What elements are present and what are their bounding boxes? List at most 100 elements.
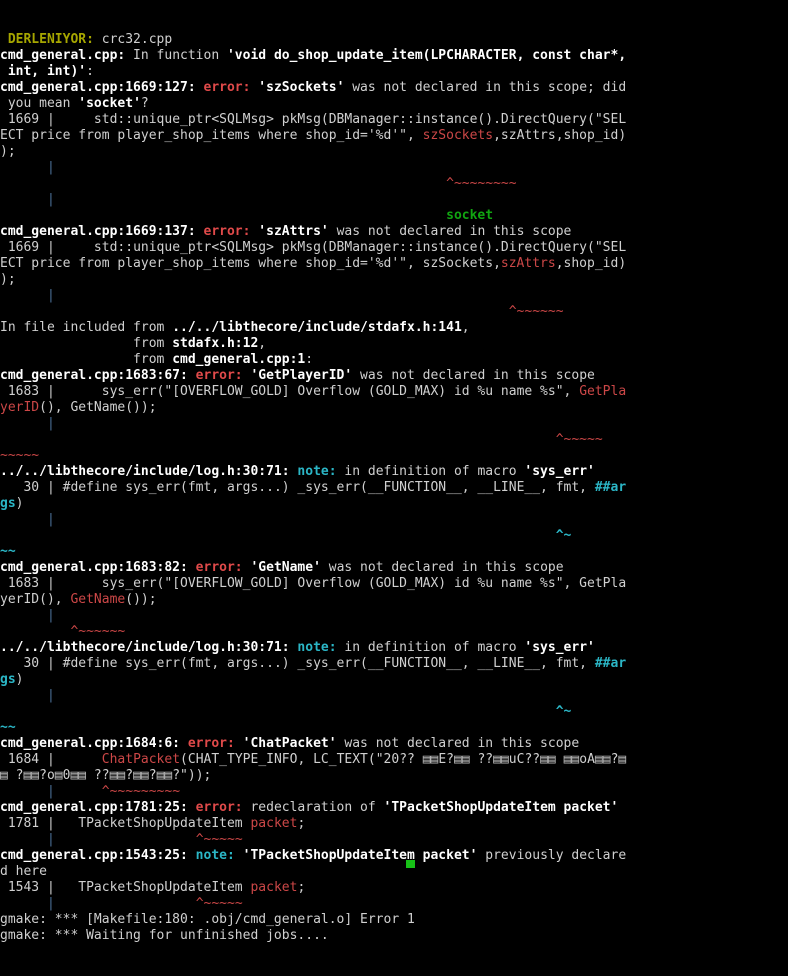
terminal-segment — [556, 752, 564, 767]
terminal-segment — [188, 368, 196, 383]
terminal-segment: | — [0, 416, 55, 431]
terminal-segment: ▤▤ — [23, 768, 40, 783]
terminal-segment: | — [0, 832, 55, 847]
terminal-segment: (CHAT_TYPE_INFO, LC_TEXT("20?? — [180, 752, 423, 767]
terminal-segment: ##ar — [594, 480, 627, 495]
terminal-line: 1669 | std::unique_ptr<SQLMsg> pkMsg(DBM… — [0, 240, 788, 256]
terminal-line: cmd_general.cpp:1543:25: note: 'TPacketS… — [0, 848, 788, 864]
terminal-line: 1684 | ChatPacket(CHAT_TYPE_INFO, LC_TEX… — [0, 752, 788, 768]
terminal-segment: cmd_general.cpp:1669:137: — [0, 224, 196, 239]
terminal-segment — [196, 224, 204, 239]
terminal-output[interactable]: DERLENIYOR: crc32.cpp cmd_general.cpp: In… — [0, 0, 788, 943]
terminal-segment: | — [0, 288, 55, 303]
terminal-segment: | — [0, 160, 55, 175]
terminal-line: | — [0, 416, 788, 432]
terminal-line: ^~~~~~ — [0, 432, 788, 448]
terminal-segment: cmd_general.cpp:1669:127: — [0, 80, 196, 95]
terminal-segment: , — [461, 320, 470, 335]
terminal-segment: : — [86, 64, 94, 79]
terminal-line: ^~ — [0, 528, 788, 544]
terminal-segment — [0, 304, 509, 319]
terminal-segment: was not declared in this scope — [352, 368, 595, 383]
terminal-line: 1683 | sys_err("[OVERFLOW_GOLD] Overflow… — [0, 384, 788, 400]
terminal-line: yerID(), GetName()); — [0, 592, 788, 608]
terminal-segment — [188, 560, 196, 575]
terminal-segment — [0, 32, 8, 47]
terminal-segment: ~~ — [0, 544, 16, 559]
terminal-segment: ChatPacket — [101, 752, 181, 767]
terminal-segment: ^~~~~~ — [555, 432, 603, 447]
terminal-line: ../../libthecore/include/log.h:30:71: no… — [0, 640, 788, 656]
terminal-line: ~~ — [0, 544, 788, 560]
terminal-segment: ▤ — [54, 768, 63, 783]
terminal-segment: TPacketShopUpdateItem — [54, 816, 251, 831]
terminal-line: In file included from ../../libthecore/i… — [0, 320, 788, 336]
terminal-line: gs) — [0, 672, 788, 688]
terminal-segment: 'ChatPacket' — [242, 736, 337, 751]
terminal-line: cmd_general.cpp:1669:137: error: 'szAttr… — [0, 224, 788, 240]
terminal-segment: 1669 | — [0, 112, 55, 127]
terminal-segment: ▤▤ — [109, 768, 126, 783]
terminal-line: gmake: *** [Makefile:180: .obj/cmd_gener… — [0, 912, 788, 928]
terminal-segment: ); — [0, 144, 16, 159]
terminal-segment: ^~~~~~ — [195, 832, 243, 847]
terminal-segment: | — [0, 896, 55, 911]
terminal-line: | ^~~~~~ — [0, 896, 788, 912]
terminal-segment: oA — [579, 752, 595, 767]
terminal-segment: error: — [195, 368, 243, 383]
terminal-line: cmd_general.cpp:1683:67: error: 'GetPlay… — [0, 368, 788, 384]
terminal-segment: from — [0, 352, 173, 367]
terminal-segment: #define sys_err(fmt, args...) _sys_err(_… — [54, 656, 595, 671]
terminal-line: ECT price from player_shop_items where s… — [0, 256, 788, 272]
terminal-line: ^~~~~~~ — [0, 304, 788, 320]
terminal-line: cmd_general.cpp:1683:82: error: 'GetName… — [0, 560, 788, 576]
terminal-segment: ^~~~~~~~~~ — [101, 784, 181, 799]
terminal-segment: | — [0, 688, 55, 703]
terminal-segment: was not declared in this scope — [328, 224, 572, 239]
terminal-segment: was not declared in this scope — [336, 736, 580, 751]
terminal-segment: | — [0, 784, 55, 799]
terminal-segment — [0, 208, 446, 223]
terminal-segment: 'szSockets' — [258, 80, 345, 95]
terminal-segment — [0, 704, 556, 719]
terminal-line: cmd_general.cpp:1669:127: error: 'szSock… — [0, 80, 788, 96]
terminal-line: cmd_general.cpp:1781:25: error: redeclar… — [0, 800, 788, 816]
terminal-segment: ? — [140, 96, 149, 111]
terminal-line: ~~~~~ — [0, 448, 788, 464]
terminal-segment: error: — [203, 80, 251, 95]
terminal-line: ); — [0, 144, 788, 160]
terminal-segment: : — [305, 352, 314, 367]
terminal-segment: cmd_general.cpp:1683:82: — [0, 560, 188, 575]
terminal-segment: d here — [0, 864, 47, 879]
terminal-segment: error: — [203, 224, 251, 239]
terminal-segment: uC?? — [508, 752, 541, 767]
terminal-segment: socket — [446, 208, 494, 223]
terminal-segment: ) — [15, 496, 24, 511]
terminal-line: gs) — [0, 496, 788, 512]
terminal-line: d here — [0, 864, 788, 880]
terminal-line: yerID(), GetName()); — [0, 400, 788, 416]
terminal-segment: ? — [125, 768, 134, 783]
terminal-segment: 1669 | — [0, 240, 55, 255]
terminal-segment: sys_err("[OVERFLOW_GOLD] Overflow (GOLD_… — [54, 576, 627, 591]
terminal-line: gmake: *** Waiting for unfinished jobs..… — [0, 928, 788, 944]
terminal-line: socket — [0, 208, 788, 224]
terminal-line-list: DERLENIYOR: crc32.cpp cmd_general.cpp: In… — [0, 32, 788, 944]
terminal-segment: 30 | — [0, 480, 55, 495]
terminal-segment: ^~~~~~~ — [508, 304, 564, 319]
terminal-segment: gmake: *** [Makefile:180: .obj/cmd_gener… — [0, 912, 415, 927]
terminal-segment: ~~ — [0, 720, 16, 735]
terminal-segment: 'TPacketShopUpdateItem packet' — [383, 800, 619, 815]
terminal-line: | — [0, 192, 788, 208]
terminal-segment — [55, 896, 196, 911]
terminal-segment: ../../libthecore/include/stdafx.h:141 — [172, 320, 462, 335]
terminal-segment: ^~ — [555, 704, 572, 719]
terminal-line: 1543 | TPacketShopUpdateItem packet; — [0, 880, 788, 896]
terminal-segment: ▤▤ — [70, 768, 87, 783]
terminal-line: ^~ — [0, 704, 788, 720]
terminal-segment: ?")); — [172, 768, 212, 783]
terminal-segment: | — [0, 608, 55, 623]
terminal-segment — [0, 176, 446, 191]
terminal-segment — [0, 432, 556, 447]
terminal-segment: szAttrs — [500, 256, 556, 271]
